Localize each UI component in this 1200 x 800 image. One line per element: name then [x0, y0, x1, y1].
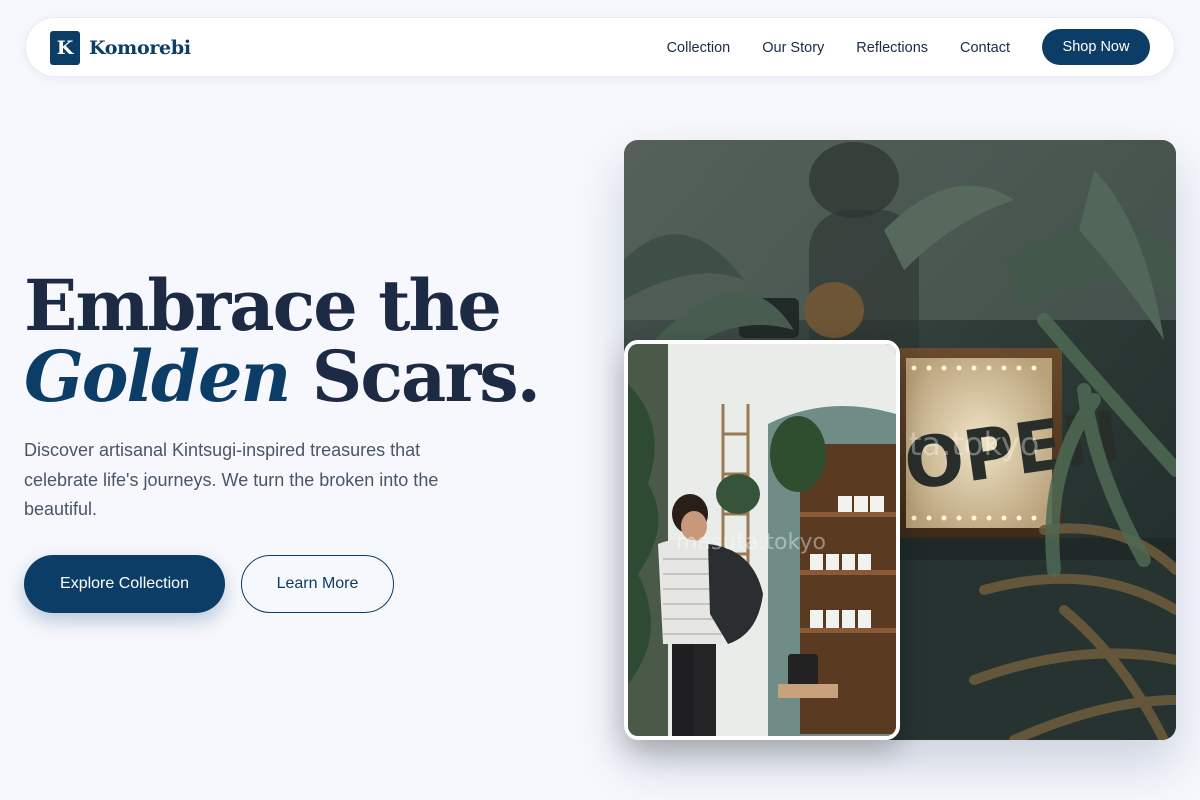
- hero-image-shop-interior: masuta.tokyo: [624, 340, 900, 740]
- hero-title: Embrace the Golden Scars.: [24, 270, 584, 412]
- watermark-main: ta.tokyo: [909, 425, 1039, 463]
- logo-mark: K: [50, 31, 80, 65]
- shop-now-button[interactable]: Shop Now: [1042, 29, 1150, 65]
- learn-more-button[interactable]: Learn More: [241, 555, 394, 613]
- top-navbar: K Komorebi Collection Our Story Reflecti…: [25, 17, 1175, 77]
- brand-name: Komorebi: [89, 37, 191, 59]
- brand-logo[interactable]: K Komorebi: [50, 30, 191, 66]
- nav-link-contact[interactable]: Contact: [960, 40, 1010, 56]
- shop-interior-illustration: masuta.tokyo: [628, 344, 896, 736]
- nav-links: Collection Our Story Reflections Contact: [667, 18, 1010, 78]
- hero-description: Discover artisanal Kintsugi-inspired tre…: [24, 440, 439, 519]
- nav-link-collection[interactable]: Collection: [667, 40, 731, 56]
- nav-link-our-story[interactable]: Our Story: [762, 40, 824, 56]
- explore-collection-button[interactable]: Explore Collection: [24, 555, 225, 613]
- nav-link-reflections[interactable]: Reflections: [856, 40, 928, 56]
- watermark-inset: masuta.tokyo: [676, 530, 826, 555]
- hero-title-line2: Scars.: [289, 335, 541, 418]
- hero-title-accent: Golden: [24, 335, 291, 418]
